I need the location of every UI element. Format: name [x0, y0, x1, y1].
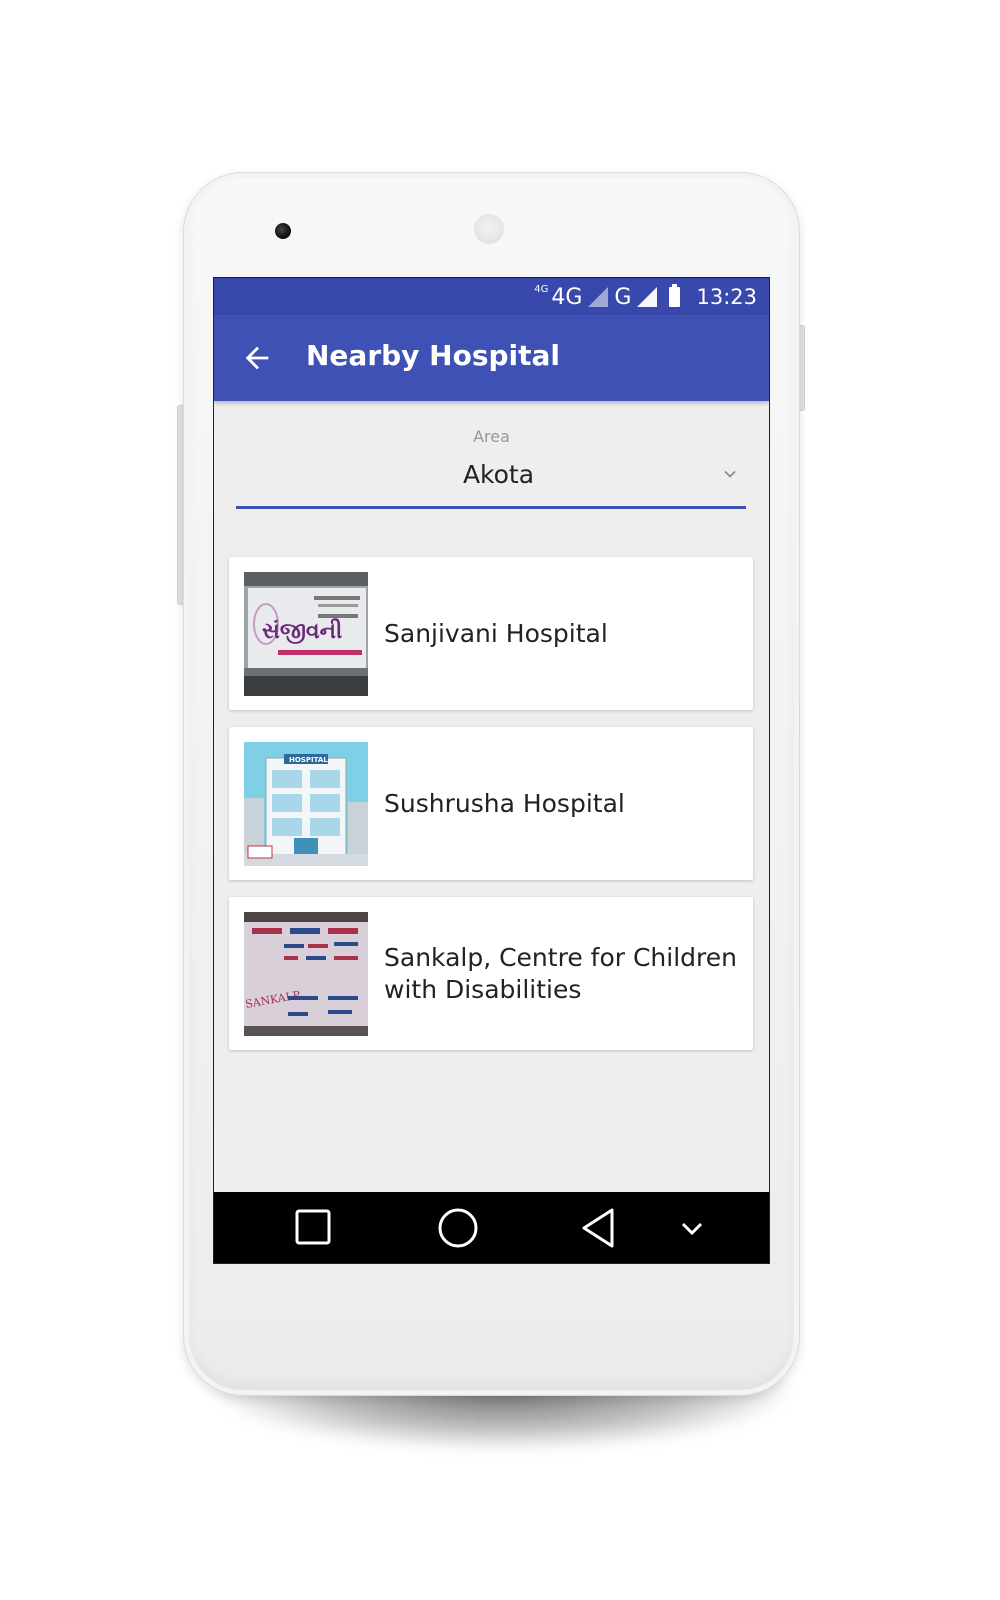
hospital-card[interactable]: સંજીવની Sanjivani Hospital [229, 557, 753, 710]
sushrusha-sign-text: HOSPITAL [289, 756, 328, 764]
chevron-down-icon[interactable] [667, 1204, 717, 1252]
network-type: 4G [551, 284, 583, 310]
hospital-thumbnail: SANKALP [244, 912, 368, 1036]
hospital-name: Sankalp, Centre for Children with Disabi… [384, 942, 737, 1004]
chevron-down-icon [724, 470, 736, 478]
screen: 4G 4G G 13:23 Nearby Hospital Area Akota [213, 277, 770, 1264]
earpiece-speaker [474, 214, 504, 244]
network-type-small: 4G [534, 283, 549, 295]
triangle-back-icon[interactable] [574, 1204, 624, 1252]
arrow-left-icon[interactable] [240, 341, 274, 375]
network-type-secondary: G [614, 284, 632, 310]
hospital-name: Sushrusha Hospital [384, 788, 625, 818]
signal-icon [637, 287, 658, 307]
hospital-card[interactable]: SANKALP Sankalp, Centre for Children wit… [229, 897, 753, 1050]
app-bar: Nearby Hospital [214, 315, 769, 401]
page-title: Nearby Hospital [306, 339, 561, 372]
circle-icon[interactable] [433, 1204, 483, 1252]
status-bar: 4G 4G G 13:23 [214, 278, 769, 315]
area-label: Area [473, 427, 510, 446]
square-icon[interactable] [288, 1204, 338, 1252]
status-time: 13:23 [696, 285, 757, 309]
hospital-thumbnail: સંજીવની [244, 572, 368, 696]
front-camera [275, 223, 291, 239]
signal-icon [588, 287, 609, 307]
battery-icon [669, 284, 681, 307]
sanjivani-sign-text: સંજીવની [262, 618, 342, 644]
navigation-bar [214, 1192, 769, 1263]
area-dropdown[interactable]: Akota [236, 454, 746, 509]
area-selected-value: Akota [462, 460, 535, 489]
status-icons: 4G 4G G 13:23 [534, 283, 757, 311]
hospital-card[interactable]: HOSPITAL Sushrusha Hospital [229, 727, 753, 880]
hospital-thumbnail: HOSPITAL [244, 742, 368, 866]
hospital-name: Sanjivani Hospital [384, 618, 608, 648]
